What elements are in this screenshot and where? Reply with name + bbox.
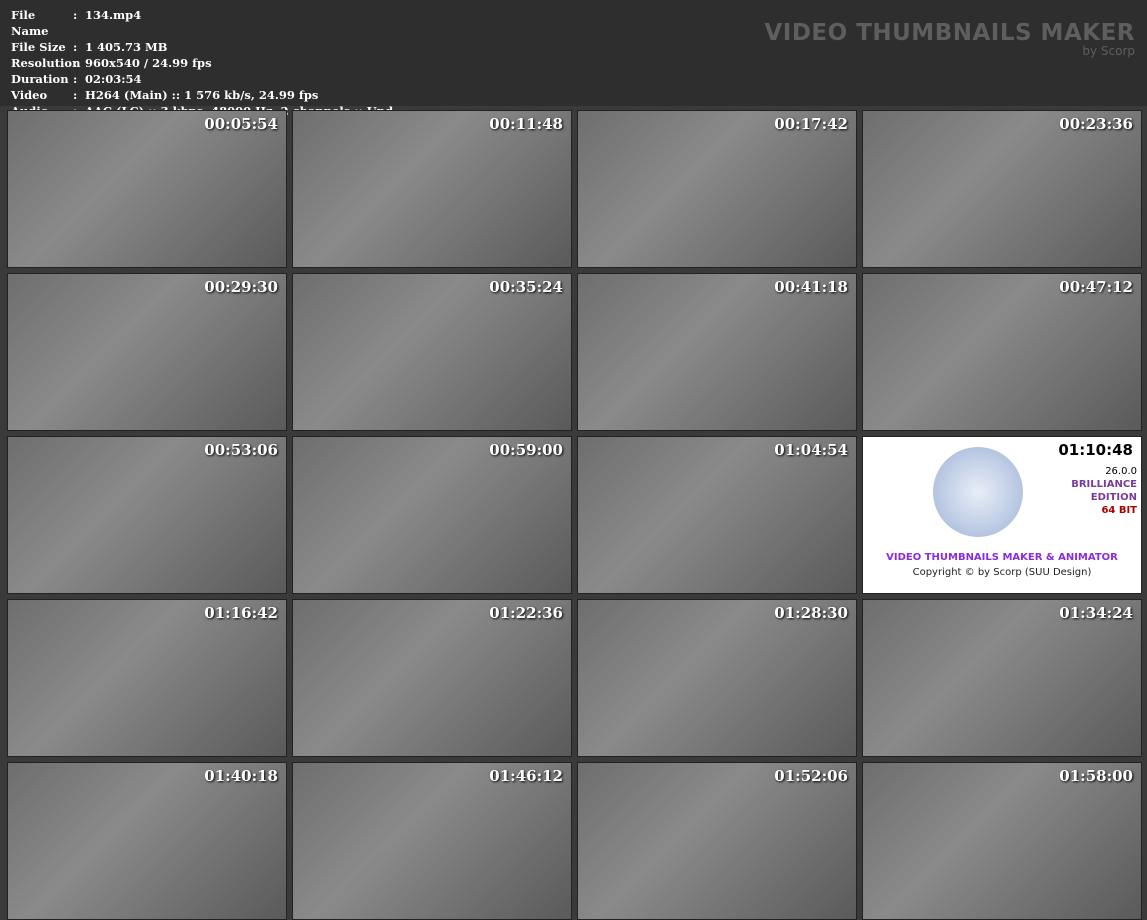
info-sep: : [73,8,78,22]
thumbnail: 00:59:00 [292,436,572,594]
brand: VIDEO THUMBNAILS MAKER by Scorp [764,20,1135,58]
thumbnail: 01:40:18 [7,762,287,920]
info-sep: : [73,40,78,54]
thumbnail: 01:34:24 [862,599,1142,757]
brand-sub: by Scorp [1082,44,1135,58]
info-row: Duration:02:03:54 [11,71,393,87]
info-sep: : [73,88,78,102]
timestamp: 01:40:18 [204,767,278,785]
thumbnail: 00:35:24 [292,273,572,431]
info-value: 960x540 / 24.99 fps [85,56,212,70]
timestamp: 01:22:36 [489,604,563,622]
logo-title: VIDEO THUMBNAILS MAKER & ANIMATOR [886,552,1118,563]
owl-logo-icon [933,447,1023,537]
file-info: File Name:134.mp4 File Size:1 405.73 MB Re… [11,7,393,119]
timestamp: 00:53:06 [204,441,278,459]
timestamp: 00:47:12 [1059,278,1133,296]
brand-title: VIDEO THUMBNAILS MAKER [764,20,1135,46]
thumbnail: 00:11:48 [292,110,572,268]
thumbnail: 01:28:30 [577,599,857,757]
info-row: File Size:1 405.73 MB [11,39,393,55]
info-key: Video [11,88,48,102]
thumbnail: 00:05:54 [7,110,287,268]
thumbnail: 00:47:12 [862,273,1142,431]
timestamp: 01:10:48 [1058,441,1133,459]
info-value: 02:03:54 [85,72,142,86]
timestamp: 01:04:54 [774,441,848,459]
timestamp: 00:59:00 [489,441,563,459]
thumbnail: 00:29:30 [7,273,287,431]
info-sep: : [73,72,78,86]
thumbnail: 01:58:00 [862,762,1142,920]
info-key: Resolution [11,56,81,70]
info-value: H264 (Main) :: 1 576 kb/s, 24.99 fps [85,88,319,102]
thumbnail: 01:22:36 [292,599,572,757]
logo-copyright: Copyright © by Scorp (SUU Design) [912,567,1092,578]
thumbnail: 00:17:42 [577,110,857,268]
timestamp: 01:34:24 [1059,604,1133,622]
timestamp: 01:16:42 [204,604,278,622]
timestamp: 01:28:30 [774,604,848,622]
thumbnail: 00:23:36 [862,110,1142,268]
header: File Name:134.mp4 File Size:1 405.73 MB Re… [0,0,1147,118]
timestamp: 00:29:30 [204,278,278,296]
thumbnail-grid: 00:05:54 00:11:48 00:17:42 00:23:36 00:29:30… [7,110,1142,920]
info-sep: : [73,56,78,70]
info-row: Resolution:960x540 / 24.99 fps [11,55,393,71]
thumbnail: 00:41:18 [577,273,857,431]
info-value: 1 405.73 MB [85,40,168,54]
info-value: 134.mp4 [85,8,142,22]
timestamp: 01:58:00 [1059,767,1133,785]
edition-text: 26.0.0 BRILLIANCE EDITION 64 BIT [1071,466,1137,516]
info-key: File Size [11,40,66,54]
thumbnail: 01:16:42 [7,599,287,757]
info-key: Duration [11,72,69,86]
thumbnail: 01:04:54 [577,436,857,594]
thumbnail: 01:52:06 [577,762,857,920]
info-row: File Name:134.mp4 [11,7,393,39]
info-row: Video: H264 (Main) :: 1 576 kb/s, 24.99 f… [11,87,393,103]
timestamp: 00:17:42 [774,115,848,133]
timestamp: 00:41:18 [774,278,848,296]
thumbnail: 01:46:12 [292,762,572,920]
timestamp: 01:46:12 [489,767,563,785]
thumbnail: 00:53:06 [7,436,287,594]
logo-tile: 26.0.0 BRILLIANCE EDITION 64 BIT VIDEO THUM… [862,436,1142,594]
timestamp: 00:05:54 [204,115,278,133]
timestamp: 00:23:36 [1059,115,1133,133]
timestamp: 00:35:24 [489,278,563,296]
timestamp: 00:11:48 [489,115,563,133]
info-key: File Name [11,8,49,38]
timestamp: 01:52:06 [774,767,848,785]
